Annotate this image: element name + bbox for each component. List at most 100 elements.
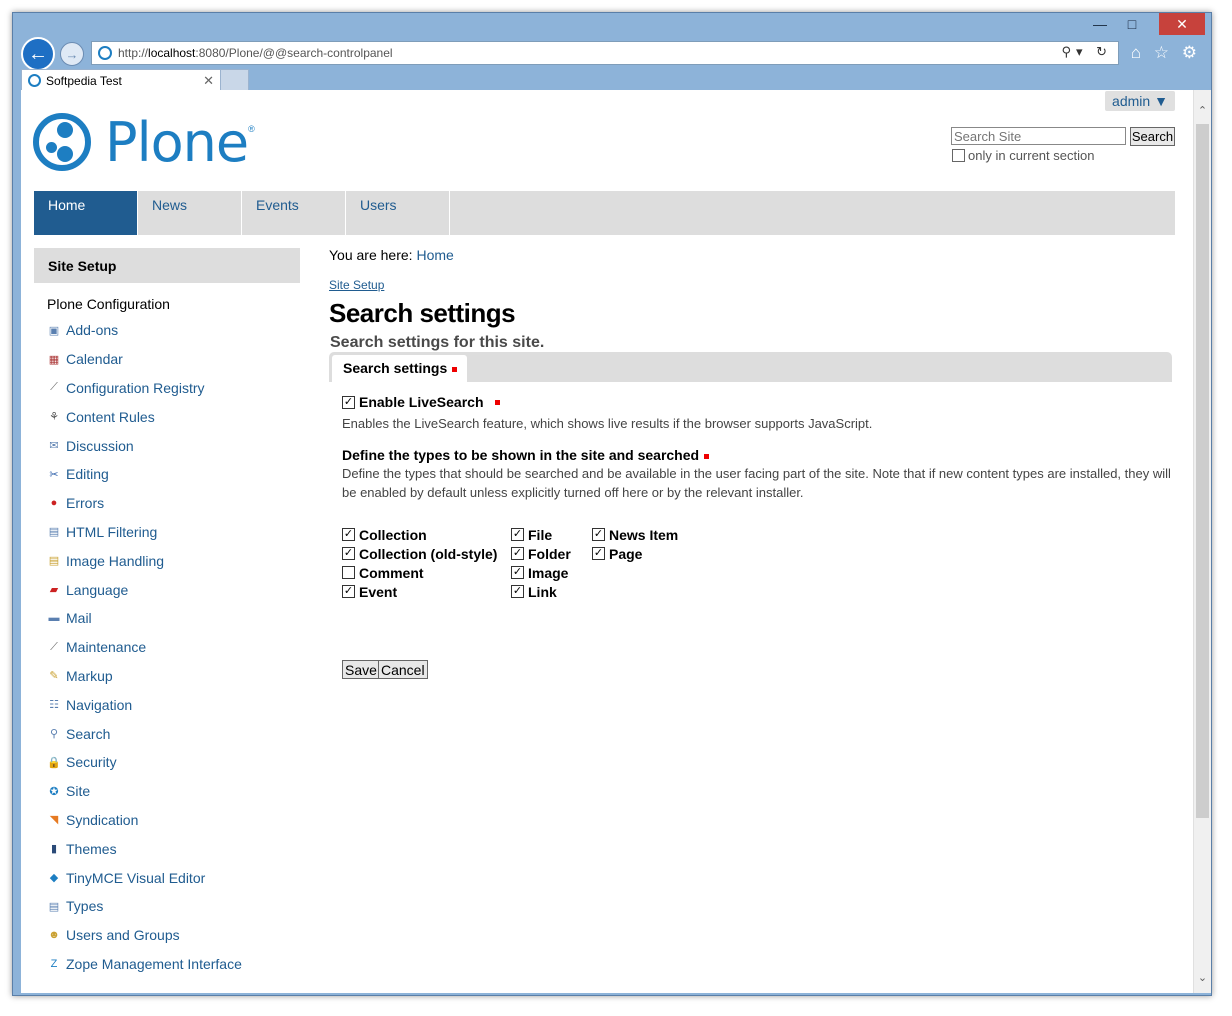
title-bar: — □ ✕: [13, 13, 1211, 39]
type-checkbox[interactable]: ✓: [592, 528, 605, 541]
sidebar-item[interactable]: ☻ Users and Groups: [47, 921, 307, 950]
type-checkbox[interactable]: ✓: [342, 585, 355, 598]
arrow-left-icon: ←: [28, 42, 48, 65]
livesearch-checkbox[interactable]: ✓: [342, 395, 355, 409]
sidebar-item-label: Errors: [66, 495, 105, 512]
tinymce-icon: ◆: [49, 872, 59, 885]
sidebar-item[interactable]: ✎ Markup: [47, 662, 307, 691]
form-tabs: Search settings: [329, 352, 1172, 382]
sidebar-item-label: TinyMCE Visual Editor: [66, 869, 206, 886]
type-label: Folder: [528, 545, 571, 562]
sidebar-item[interactable]: ✂ Editing: [47, 460, 307, 489]
nav-item-home[interactable]: Home: [34, 191, 138, 235]
address-bar[interactable]: http://localhost:8080/Plone/@@search-con…: [91, 41, 1119, 65]
type-option[interactable]: ✓ Image: [511, 563, 571, 582]
address-tools-icons[interactable]: ⚲▾ ↻: [1061, 44, 1112, 60]
nav-item-events[interactable]: Events: [242, 191, 346, 235]
sidebar-item[interactable]: ⟋ Maintenance: [47, 633, 307, 662]
sidebar-item-label: Themes: [66, 840, 117, 857]
sidebar-item[interactable]: ▮ Themes: [47, 834, 307, 863]
current-section-option[interactable]: only in current section: [952, 148, 1094, 163]
close-button[interactable]: ✕: [1159, 13, 1205, 35]
user-menu-button[interactable]: admin ▼: [1105, 91, 1175, 111]
tab-title: Softpedia Test: [46, 73, 122, 88]
type-option[interactable]: ✓ Page: [592, 544, 678, 563]
new-tab-button[interactable]: [221, 69, 249, 91]
users-icon: ☻: [48, 929, 60, 942]
type-label: Page: [609, 545, 643, 562]
type-option[interactable]: ✓ File: [511, 525, 571, 544]
search-input[interactable]: [951, 127, 1126, 145]
browser-tab[interactable]: Softpedia Test ✕: [21, 69, 221, 91]
sidebar-item-label: Search: [66, 725, 111, 742]
tab-close-icon[interactable]: ✕: [203, 73, 214, 89]
sidebar-item[interactable]: ◆ TinyMCE Visual Editor: [47, 863, 307, 892]
nav-item-users[interactable]: Users: [346, 191, 450, 235]
save-button[interactable]: Save: [342, 660, 380, 679]
type-checkbox[interactable]: ✓: [592, 547, 605, 560]
sidebar-item[interactable]: ✉ Discussion: [47, 431, 307, 460]
forward-button[interactable]: →: [60, 42, 84, 66]
types-column: ✓ File ✓ Folder ✓ Image ✓ Link: [511, 525, 571, 601]
scroll-up-icon[interactable]: ⌃: [1194, 102, 1211, 120]
minimize-button[interactable]: —: [1085, 13, 1115, 35]
type-checkbox[interactable]: ✓: [511, 566, 524, 579]
search-button[interactable]: Search: [1130, 127, 1175, 146]
type-checkbox[interactable]: ✓: [342, 528, 355, 541]
current-section-checkbox[interactable]: [952, 149, 965, 162]
type-checkbox[interactable]: ✓: [511, 547, 524, 560]
scroll-thumb[interactable]: [1196, 124, 1209, 818]
sidebar-item-label: Image Handling: [66, 552, 165, 569]
back-button[interactable]: ←: [21, 37, 55, 71]
type-option[interactable]: ✓ Link: [511, 582, 571, 601]
type-checkbox[interactable]: ✓: [342, 547, 355, 560]
tab-strip: Softpedia Test ✕: [19, 69, 1205, 91]
sidebar-item-label: Markup: [66, 667, 113, 684]
cancel-button[interactable]: Cancel: [378, 660, 428, 679]
sidebar-item[interactable]: ◥ Syndication: [47, 806, 307, 835]
sidebar-item[interactable]: ▤ Types: [47, 892, 307, 921]
livesearch-field[interactable]: ✓ Enable LiveSearch: [342, 394, 500, 410]
browser-toolbar-icons[interactable]: ⌂ ☆ ⚙: [1131, 43, 1201, 63]
sidebar-subtitle: Plone Configuration: [47, 296, 170, 312]
plone-logo[interactable]: Plone ®: [33, 111, 255, 174]
sidebar-item[interactable]: ▦ Calendar: [47, 345, 307, 374]
sidebar-item[interactable]: ▤ Image Handling: [47, 546, 307, 575]
vertical-scrollbar[interactable]: ⌃ ⌄: [1193, 90, 1211, 993]
document-icon: ▤: [48, 526, 60, 539]
type-option[interactable]: ✓ Collection: [342, 525, 497, 544]
type-checkbox[interactable]: ✓: [511, 585, 524, 598]
type-checkbox[interactable]: [342, 566, 355, 579]
breadcrumb-home-link[interactable]: Home: [416, 247, 453, 263]
sidebar-item[interactable]: ⚘ Content Rules: [47, 402, 307, 431]
type-label: Link: [528, 583, 557, 600]
sidebar-item[interactable]: ▤ HTML Filtering: [47, 518, 307, 547]
sidebar-item[interactable]: ● Errors: [47, 489, 307, 518]
navigation-bar: ← → http://localhost:8080/Plone/@@search…: [19, 37, 1205, 71]
sidebar-item[interactable]: ▰ Language: [47, 575, 307, 604]
sidebar-item[interactable]: 🔒 Security: [47, 748, 307, 777]
type-option[interactable]: Comment: [342, 563, 497, 582]
tab-search-settings[interactable]: Search settings: [332, 355, 468, 382]
nav-item-news[interactable]: News: [138, 191, 242, 235]
type-option[interactable]: ✓ Folder: [511, 544, 571, 563]
type-option[interactable]: ✓ Collection (old-style): [342, 544, 497, 563]
type-checkbox[interactable]: ✓: [511, 528, 524, 541]
sidebar-item[interactable]: ⚲ Search: [47, 719, 307, 748]
sidebar-item[interactable]: ▬ Mail: [47, 604, 307, 633]
type-option[interactable]: ✓ News Item: [592, 525, 678, 544]
livesearch-help: Enables the LiveSearch feature, which sh…: [342, 416, 873, 431]
scroll-down-icon[interactable]: ⌄: [1194, 969, 1211, 987]
discussion-icon: ✉: [49, 440, 59, 453]
sidebar-title[interactable]: Site Setup: [34, 248, 300, 283]
sidebar-item[interactable]: Z Zope Management Interface: [47, 950, 307, 979]
breadcrumb-prefix: You are here:: [329, 247, 413, 263]
maximize-button[interactable]: □: [1117, 13, 1147, 35]
sidebar-item[interactable]: ⟋ Configuration Registry: [47, 374, 307, 403]
sidebar-item[interactable]: ☷ Navigation: [47, 690, 307, 719]
site-setup-link[interactable]: Site Setup: [329, 278, 384, 292]
sidebar-item[interactable]: ▣ Add-ons: [47, 316, 307, 345]
type-option[interactable]: ✓ Event: [342, 582, 497, 601]
sidebar-item[interactable]: ✪ Site: [47, 777, 307, 806]
types-label: Define the types to be shown in the site…: [342, 447, 710, 463]
